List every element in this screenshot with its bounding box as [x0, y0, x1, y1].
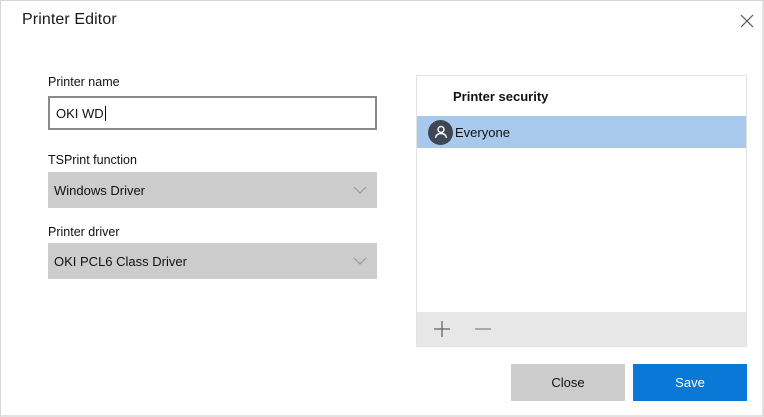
chevron-down-icon: [352, 255, 368, 267]
dialog-title: Printer Editor: [22, 11, 117, 28]
security-list-item-label: Everyone: [455, 124, 510, 140]
minus-icon[interactable]: [473, 319, 493, 339]
printer-driver-label: Printer driver: [48, 225, 120, 239]
security-toolbar: [417, 312, 746, 346]
tsprint-function-select[interactable]: Windows Driver: [48, 172, 377, 208]
chevron-down-icon: [352, 184, 368, 196]
printer-security-panel: Printer security Everyone: [416, 75, 747, 347]
text-caret: [104, 105, 106, 121]
printer-driver-value: OKI PCL6 Class Driver: [54, 253, 187, 269]
close-button[interactable]: Close: [511, 364, 625, 401]
printer-editor-dialog: Printer Editor Printer name OKI WD TSPri…: [0, 0, 764, 417]
save-button[interactable]: Save: [633, 364, 747, 401]
tsprint-function-value: Windows Driver: [54, 182, 146, 198]
close-icon[interactable]: [736, 10, 758, 32]
tsprint-function-label: TSPrint function: [48, 153, 137, 167]
user-icon: [428, 119, 453, 145]
printer-name-input[interactable]: OKI WD: [48, 96, 377, 130]
security-list-item-everyone[interactable]: Everyone: [417, 116, 746, 148]
printer-security-title: Printer security: [453, 89, 549, 104]
printer-name-value: OKI WD: [56, 105, 104, 121]
plus-icon[interactable]: [432, 319, 452, 339]
printer-name-label: Printer name: [48, 75, 120, 89]
printer-driver-select[interactable]: OKI PCL6 Class Driver: [48, 243, 377, 279]
